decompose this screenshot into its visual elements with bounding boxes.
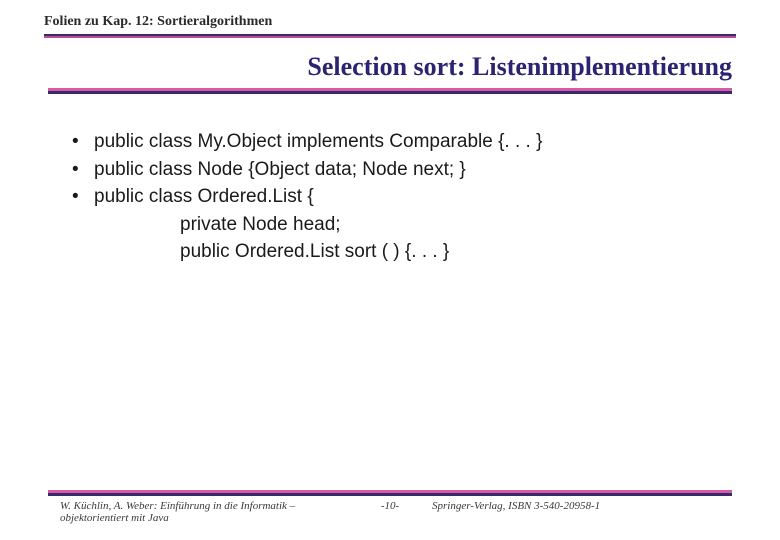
slide-header: Folien zu Kap. 12: Sortieralgorithmen: [0, 0, 780, 30]
bullet-subline: public Ordered.List sort ( ) {. . . }: [70, 238, 780, 266]
bullet-dot-icon: •: [70, 156, 94, 184]
bullet-dot-icon: •: [70, 183, 94, 211]
bullet-text: public class Ordered.List {: [94, 183, 780, 211]
slide-content: • public class My.Object implements Comp…: [0, 94, 780, 266]
footer-page-number: -10-: [360, 500, 420, 512]
footer-divider: [48, 490, 732, 496]
bullet-item: • public class Node {Object data; Node n…: [70, 156, 780, 184]
bullet-dot-icon: •: [70, 128, 94, 156]
footer-authors: W. Küchlin, A. Weber: Einführung in die …: [60, 500, 360, 524]
bullet-item: • public class My.Object implements Comp…: [70, 128, 780, 156]
slide-footer: W. Küchlin, A. Weber: Einführung in die …: [0, 500, 780, 524]
title-wrap: Selection sort: Listenimplementierung: [0, 38, 780, 82]
bullet-text: public class Node {Object data; Node nex…: [94, 156, 780, 184]
footer-publisher: Springer-Verlag, ISBN 3-540-20958-1: [420, 500, 732, 512]
bullet-subline: private Node head;: [70, 211, 780, 239]
chapter-label: Folien zu Kap. 12: Sortieralgorithmen: [44, 14, 780, 30]
slide-title: Selection sort: Listenimplementierung: [307, 52, 732, 82]
bullet-text: public class My.Object implements Compar…: [94, 128, 780, 156]
bullet-item: • public class Ordered.List {: [70, 183, 780, 211]
